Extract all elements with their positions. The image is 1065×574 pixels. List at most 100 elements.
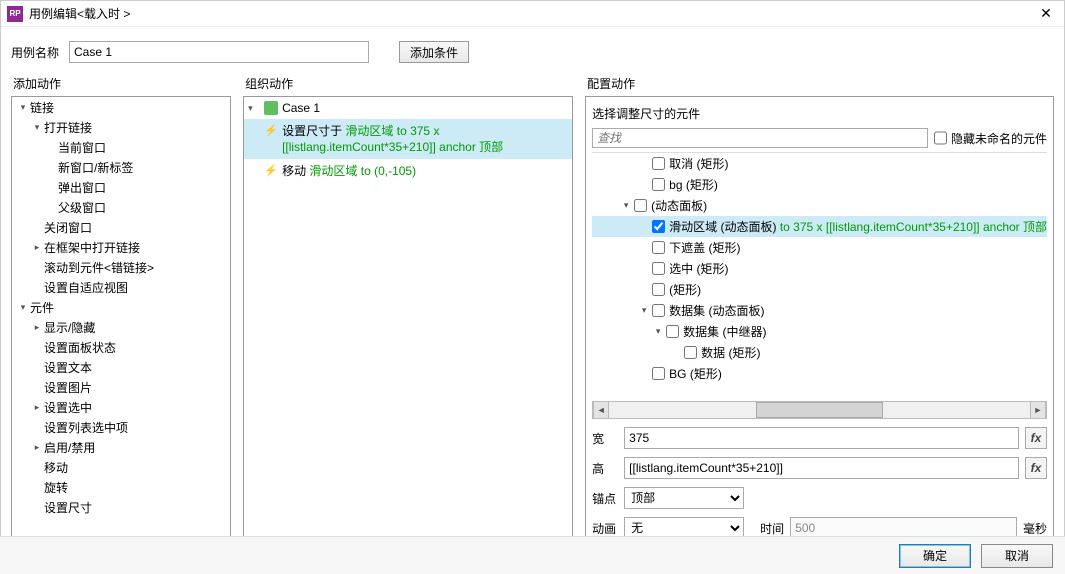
- height-fx-button[interactable]: fx: [1025, 457, 1047, 479]
- case-icon: [264, 101, 278, 115]
- chevron-down-icon[interactable]: ▾: [620, 200, 632, 211]
- widget-checkbox[interactable]: [652, 178, 665, 191]
- action-tree-item[interactable]: ▸启用/禁用: [12, 437, 230, 457]
- widget-tree-row[interactable]: ▾数据集 (动态面板): [592, 300, 1047, 321]
- chevron-down-icon[interactable]: ▾: [248, 103, 260, 114]
- action-tree-label: 关闭窗口: [44, 219, 92, 236]
- chevron-right-icon[interactable]: ▸: [30, 442, 44, 453]
- window-title: 用例编辑<载入时 >: [29, 5, 1034, 22]
- width-fx-button[interactable]: fx: [1025, 427, 1047, 449]
- action-text: 移动 滑动区域 to (0,-105): [282, 163, 566, 179]
- chevron-right-icon[interactable]: ▸: [30, 242, 44, 253]
- action-tree-item[interactable]: ▸在框架中打开链接: [12, 237, 230, 257]
- case-row[interactable]: ▾ Case 1: [244, 97, 572, 119]
- close-icon[interactable]: ✕: [1034, 2, 1058, 26]
- action-tree-item[interactable]: ▾链接: [12, 97, 230, 117]
- action-tree-item[interactable]: ▸滚动到元件<错链接>: [12, 257, 230, 277]
- widget-checkbox[interactable]: [652, 157, 665, 170]
- widget-label: 选中 (矩形): [669, 260, 728, 277]
- widget-checkbox[interactable]: [634, 199, 647, 212]
- ok-button[interactable]: 确定: [899, 544, 971, 568]
- action-tree-label: 设置图片: [44, 379, 92, 396]
- action-tree-item[interactable]: ▸父级窗口: [12, 197, 230, 217]
- widget-tree-row[interactable]: ▾ (动态面板): [592, 195, 1047, 216]
- action-tree-item[interactable]: ▸显示/隐藏: [12, 317, 230, 337]
- widget-checkbox[interactable]: [652, 283, 665, 296]
- widget-checkbox[interactable]: [652, 304, 665, 317]
- anchor-select[interactable]: 顶部: [624, 487, 744, 509]
- widget-tree-row[interactable]: 选中 (矩形): [592, 258, 1047, 279]
- height-input[interactable]: [624, 457, 1019, 479]
- action-tree-item[interactable]: ▸新窗口/新标签: [12, 157, 230, 177]
- configure-actions-header: 配置动作: [585, 69, 1054, 96]
- action-tree-item[interactable]: ▸当前窗口: [12, 137, 230, 157]
- chevron-right-icon[interactable]: ▸: [30, 322, 44, 333]
- chevron-down-icon[interactable]: ▾: [638, 305, 650, 316]
- widget-label: 取消 (矩形): [669, 155, 728, 172]
- action-tree-item[interactable]: ▸设置选中: [12, 397, 230, 417]
- widget-label: 下遮盖 (矩形): [669, 239, 740, 256]
- bolt-icon: ⚡: [264, 163, 276, 177]
- widget-tree-row[interactable]: 下遮盖 (矩形): [592, 237, 1047, 258]
- widget-checkbox[interactable]: [666, 325, 679, 338]
- height-label: 高: [592, 460, 618, 477]
- chevron-down-icon[interactable]: ▾: [16, 102, 30, 113]
- action-tree-item[interactable]: ▸设置自适应视图: [12, 277, 230, 297]
- widget-label: 滑动区域 (动态面板) to 375 x [[listlang.itemCoun…: [669, 218, 1047, 235]
- action-tree-label: 滚动到元件<错链接>: [44, 259, 154, 276]
- action-row[interactable]: ⚡ 移动 滑动区域 to (0,-105): [244, 159, 572, 183]
- action-tree-item[interactable]: ▸移动: [12, 457, 230, 477]
- widget-tree-row[interactable]: ▾ 数据集 (中继器): [592, 321, 1047, 342]
- action-tree-label: 旋转: [44, 479, 68, 496]
- scroll-left-icon[interactable]: ◄: [593, 402, 609, 418]
- scrollbar-thumb[interactable]: [756, 402, 882, 418]
- width-input[interactable]: [624, 427, 1019, 449]
- action-tree-item[interactable]: ▾打开链接: [12, 117, 230, 137]
- widget-tree-row[interactable]: (矩形): [592, 279, 1047, 300]
- action-tree-label: 设置尺寸: [44, 499, 92, 516]
- chevron-right-icon[interactable]: ▸: [30, 402, 44, 413]
- hide-unnamed-toggle[interactable]: 隐藏未命名的元件: [934, 128, 1047, 148]
- case-label: Case 1: [282, 101, 320, 115]
- widget-checkbox[interactable]: [652, 220, 665, 233]
- action-tree-item[interactable]: ▾元件: [12, 297, 230, 317]
- action-tree-item[interactable]: ▸设置列表选中项: [12, 417, 230, 437]
- widget-tree-row[interactable]: 取消 (矩形): [592, 153, 1047, 174]
- widget-checkbox[interactable]: [652, 367, 665, 380]
- horizontal-scrollbar[interactable]: ◄ ►: [592, 401, 1047, 419]
- chevron-down-icon[interactable]: ▾: [652, 326, 664, 337]
- widget-tree-row[interactable]: BG (矩形): [592, 363, 1047, 384]
- dialog-footer: 确定 取消: [0, 536, 1065, 574]
- search-input[interactable]: [592, 128, 928, 148]
- action-row[interactable]: ⚡设置尺寸于 滑动区域 to 375 x [[listlang.itemCoun…: [244, 119, 572, 159]
- chevron-down-icon[interactable]: ▾: [16, 302, 30, 313]
- action-tree-item[interactable]: ▸设置面板状态: [12, 337, 230, 357]
- hide-unnamed-label: 隐藏未命名的元件: [951, 130, 1047, 147]
- hide-unnamed-checkbox[interactable]: [934, 128, 947, 148]
- widget-label: 数据集 (中继器): [683, 323, 766, 340]
- action-tree-item[interactable]: ▸弹出窗口: [12, 177, 230, 197]
- action-tree-item[interactable]: ▸旋转: [12, 477, 230, 497]
- add-actions-header: 添加动作: [11, 69, 231, 96]
- widget-tree-row[interactable]: bg (矩形): [592, 174, 1047, 195]
- action-tree-label: 设置选中: [44, 399, 92, 416]
- widget-tree-row[interactable]: 数据 (矩形): [592, 342, 1047, 363]
- add-actions-panel: ▾链接▾打开链接▸当前窗口▸新窗口/新标签▸弹出窗口▸父级窗口▸关闭窗口▸在框架…: [11, 96, 231, 546]
- widget-checkbox[interactable]: [652, 262, 665, 275]
- widget-tree-row[interactable]: 滑动区域 (动态面板) to 375 x [[listlang.itemCoun…: [592, 216, 1047, 237]
- widget-label: (动态面板): [651, 197, 707, 214]
- widget-checkbox[interactable]: [652, 241, 665, 254]
- action-tree-item[interactable]: ▸设置图片: [12, 377, 230, 397]
- scroll-right-icon[interactable]: ►: [1030, 402, 1046, 418]
- case-name-input[interactable]: [69, 41, 369, 63]
- widget-checkbox[interactable]: [684, 346, 697, 359]
- add-condition-button[interactable]: 添加条件: [399, 41, 469, 63]
- organize-actions-panel: ▾ Case 1 ⚡设置尺寸于 滑动区域 to 375 x [[listlang.i…: [243, 96, 573, 546]
- action-tree-label: 元件: [30, 299, 54, 316]
- chevron-down-icon[interactable]: ▾: [30, 122, 44, 133]
- organize-actions-header: 组织动作: [243, 69, 573, 96]
- action-tree-item[interactable]: ▸设置文本: [12, 357, 230, 377]
- action-tree-item[interactable]: ▸关闭窗口: [12, 217, 230, 237]
- action-tree-item[interactable]: ▸设置尺寸: [12, 497, 230, 517]
- cancel-button[interactable]: 取消: [981, 544, 1053, 568]
